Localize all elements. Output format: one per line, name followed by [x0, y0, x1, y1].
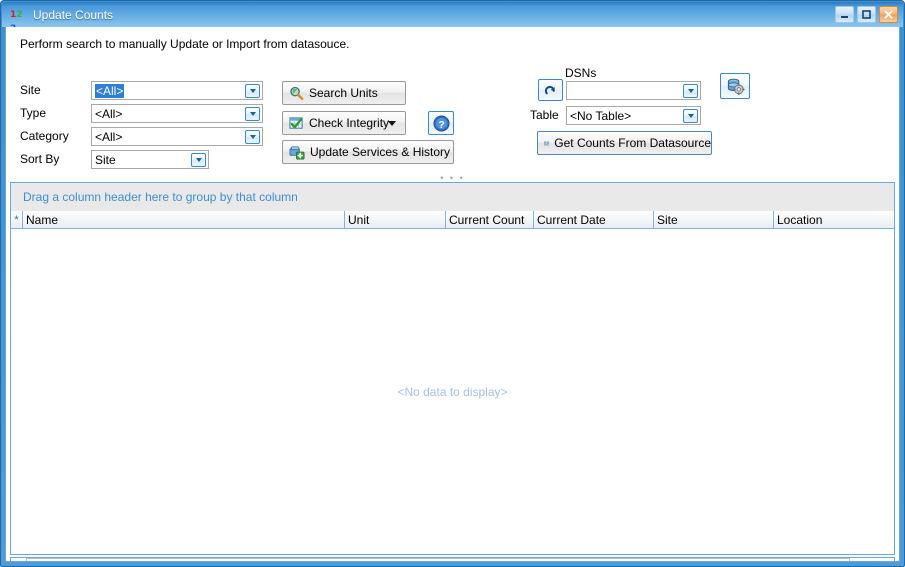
minimize-icon[interactable]	[835, 6, 854, 23]
search-icon	[290, 86, 304, 100]
label-category: Category	[20, 129, 69, 143]
site-combo[interactable]: <All>	[91, 81, 263, 100]
search-units-label: Search Units	[309, 86, 378, 100]
site-combo-value: <All>	[95, 84, 125, 98]
scroll-right-button[interactable]: ›	[879, 558, 894, 561]
chevron-down-icon[interactable]	[245, 130, 260, 144]
intro-text: Perform search to manually Update or Imp…	[20, 37, 350, 51]
dsns-combo[interactable]	[566, 81, 701, 100]
group-by-panel[interactable]: Drag a column header here to group by th…	[11, 183, 894, 212]
grid-check-icon	[289, 116, 303, 129]
scrollbar-thumb-grip: ‖	[436, 562, 440, 563]
update-services-icon	[289, 145, 305, 160]
scrollbar-thumb[interactable]: ‖	[26, 558, 850, 563]
category-combo-value: <All>	[95, 130, 123, 144]
maximize-icon[interactable]	[857, 6, 876, 23]
search-units-button[interactable]: Search Units	[282, 81, 406, 105]
window-controls	[835, 6, 898, 23]
results-grid: Drag a column header here to group by th…	[10, 182, 895, 555]
chevron-down-icon[interactable]	[245, 107, 260, 121]
database-settings-button[interactable]	[720, 73, 750, 99]
sort-by-combo-value: Site	[95, 153, 116, 167]
window-frame: 123 Update Counts Perform search to manu…	[0, 0, 905, 567]
sort-by-combo[interactable]: Site	[91, 150, 209, 169]
help-icon: ?	[432, 114, 450, 132]
chevron-down-icon[interactable]	[191, 153, 206, 167]
search-form-panel: Perform search to manually Update or Imp…	[6, 27, 899, 193]
svg-text:?: ?	[438, 119, 444, 130]
numbers-123-icon: 123	[10, 9, 23, 34]
window-title: Update Counts	[33, 7, 114, 22]
grid-body: <No data to display>	[11, 229, 894, 554]
update-services-history-label: Update Services & History	[310, 145, 451, 159]
scrollbar-track[interactable]: ‖	[26, 558, 879, 563]
refresh-arrow-icon	[544, 85, 555, 94]
splitter-grip: • • •	[440, 172, 465, 183]
get-counts-label: Get Counts From Datasource	[554, 136, 711, 150]
close-icon[interactable]	[879, 6, 898, 23]
help-button[interactable]: ?	[428, 111, 454, 135]
column-header-site[interactable]: Site	[654, 211, 774, 229]
column-header-location[interactable]: Location	[774, 211, 894, 229]
refresh-dsns-button[interactable]	[538, 79, 563, 101]
category-combo[interactable]: <All>	[91, 127, 263, 146]
label-sort-by: Sort By	[20, 152, 60, 166]
column-header-current-date[interactable]: Current Date	[534, 211, 654, 229]
chevron-down-icon[interactable]	[683, 84, 698, 98]
column-header-current-count[interactable]: Current Count	[446, 211, 534, 229]
label-dsns: DSNs	[565, 66, 597, 80]
group-by-hint: Drag a column header here to group by th…	[23, 190, 298, 204]
column-header-unit[interactable]: Unit	[345, 211, 446, 229]
check-integrity-button[interactable]: Check Integrity	[282, 111, 406, 135]
type-combo[interactable]: <All>	[91, 104, 263, 123]
update-services-history-button[interactable]: Update Services & History	[282, 140, 454, 164]
column-header-name[interactable]: Name	[23, 211, 345, 229]
chevron-down-icon[interactable]	[683, 109, 698, 123]
type-combo-value: <All>	[95, 107, 123, 121]
check-integrity-label: Check Integrity	[309, 116, 390, 130]
chevron-down-icon[interactable]	[388, 121, 396, 126]
database-settings-icon	[727, 78, 745, 95]
scroll-left-button[interactable]: ‹	[11, 558, 26, 561]
client-area: Perform search to manually Update or Imp…	[5, 27, 900, 562]
grid-header-row: * Name Unit Current Count Current Date S…	[11, 211, 894, 229]
row-indicator-header: *	[11, 211, 23, 229]
label-site: Site	[20, 83, 41, 97]
title-bar[interactable]: 123 Update Counts	[2, 2, 903, 34]
get-counts-icon	[544, 140, 550, 146]
horizontal-scrollbar[interactable]: ‹ ‖ ›	[10, 557, 895, 563]
get-counts-from-datasource-button[interactable]: Get Counts From Datasource	[537, 131, 712, 155]
table-combo[interactable]: <No Table>	[566, 106, 701, 125]
no-data-message: <No data to display>	[397, 384, 508, 399]
table-combo-value: <No Table>	[570, 109, 632, 123]
label-type: Type	[20, 106, 47, 120]
label-table: Table	[530, 108, 559, 122]
chevron-down-icon[interactable]	[245, 84, 260, 98]
